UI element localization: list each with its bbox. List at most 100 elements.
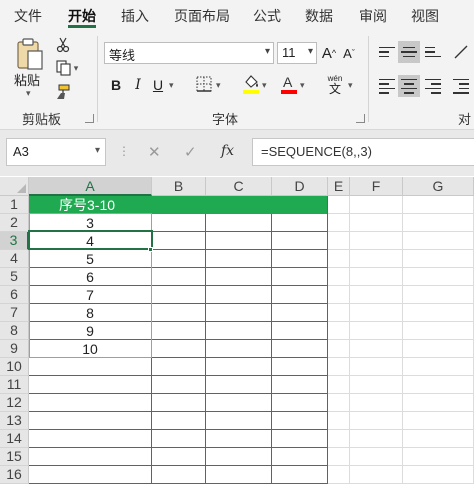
active-cell-selection	[28, 230, 153, 250]
row-header-9[interactable]: 9	[0, 340, 29, 358]
paste-button[interactable]: 粘贴	[14, 70, 40, 88]
column-header-a[interactable]: A	[29, 177, 152, 196]
gridline-horizontal	[328, 231, 474, 232]
font-group-label: 字体	[212, 112, 239, 127]
align-left-icon[interactable]	[376, 75, 398, 97]
row-header-12[interactable]: 12	[0, 394, 29, 412]
row-header-11[interactable]: 11	[0, 376, 29, 394]
font-name-select[interactable]: 等线 ▾	[104, 42, 274, 64]
formula-input[interactable]: =SEQUENCE(8,,3)	[252, 138, 474, 166]
select-all-button[interactable]	[0, 177, 29, 196]
row-header-14[interactable]: 14	[0, 430, 29, 448]
gridline-horizontal	[328, 483, 474, 484]
tab-page-layout[interactable]: 页面布局	[174, 6, 230, 26]
row-header-1[interactable]: 1	[0, 196, 29, 214]
phonetic-dropdown-icon[interactable]: ▾	[348, 80, 353, 91]
more-icon: ⋮	[118, 144, 130, 158]
row-header-13[interactable]: 13	[0, 412, 29, 430]
tab-formulas[interactable]: 公式	[253, 6, 281, 26]
tab-home[interactable]: 开始	[68, 6, 96, 26]
format-painter-icon[interactable]	[53, 83, 71, 101]
underline-dropdown-icon[interactable]: ▾	[169, 80, 174, 91]
gridline-vertical	[349, 196, 350, 484]
column-header-e[interactable]: E	[328, 177, 350, 196]
align-top-icon[interactable]	[376, 41, 398, 63]
column-header-d[interactable]: D	[272, 177, 328, 196]
paste-dropdown-icon[interactable]: ▾	[26, 88, 31, 99]
paste-icon[interactable]	[12, 36, 48, 72]
tab-view[interactable]: 视图	[411, 6, 439, 26]
formula-bar: A3 ▾ ⋮ ✕ ✓ fx =SEQUENCE(8,,3)	[0, 130, 474, 176]
column-header-f[interactable]: F	[350, 177, 403, 196]
phonetic-button[interactable]: wén 文	[324, 73, 346, 97]
gridline-vertical	[205, 196, 206, 484]
gridline-horizontal	[29, 429, 328, 430]
gridline-horizontal	[328, 411, 474, 412]
gridline-horizontal	[29, 447, 328, 448]
borders-dropdown-icon[interactable]: ▾	[216, 80, 221, 91]
align-center-icon[interactable]	[398, 75, 420, 97]
worksheet-grid[interactable]: A B C D E F G 1 2 3 4 5 6 7 8 9 10 11 12 13 14 15 16 序号3-10 3 4 5 6…	[0, 177, 474, 486]
tab-data[interactable]: 数据	[305, 6, 333, 26]
fill-handle[interactable]	[148, 247, 153, 252]
chevron-down-icon: ▾	[264, 46, 270, 57]
enter-icon[interactable]: ✓	[184, 143, 197, 161]
gridline-horizontal	[328, 393, 474, 394]
align-middle-icon[interactable]	[398, 41, 420, 63]
insert-function-button[interactable]: fx	[221, 143, 234, 159]
ribbon-separator	[368, 36, 369, 122]
gridline-horizontal	[328, 447, 474, 448]
shrink-font-button[interactable]: Aˇ	[340, 42, 358, 64]
row-header-5[interactable]: 5	[0, 268, 29, 286]
tab-insert[interactable]: 插入	[121, 6, 149, 26]
row-header-10[interactable]: 10	[0, 358, 29, 376]
row-header-6[interactable]: 6	[0, 286, 29, 304]
row-header-15[interactable]: 15	[0, 448, 29, 466]
column-header-b[interactable]: B	[152, 177, 206, 196]
gridline-horizontal	[29, 483, 328, 484]
clipboard-group-label: 剪贴板	[22, 112, 62, 127]
indent-icon[interactable]	[450, 75, 472, 97]
font-size-select[interactable]: 11 ▾	[277, 42, 317, 64]
fill-color-dropdown-icon[interactable]: ▾	[262, 80, 267, 91]
align-bottom-icon[interactable]	[422, 41, 444, 63]
gridline-horizontal	[328, 357, 474, 358]
grow-font-button[interactable]: A ^	[320, 42, 338, 64]
row-header-4[interactable]: 4	[0, 250, 29, 268]
column-header-c[interactable]: C	[206, 177, 272, 196]
font-color-icon[interactable]: A	[280, 73, 298, 95]
gridline-horizontal	[29, 393, 328, 394]
gridline-horizontal	[328, 429, 474, 430]
cell-a1-header[interactable]: 序号3-10	[29, 196, 327, 214]
menu-bar: 文件 开始 插入 页面布局 公式 数据 审阅 视图	[0, 0, 474, 30]
bold-button[interactable]: B	[108, 74, 124, 96]
active-tab-indicator	[68, 25, 96, 28]
column-header-g[interactable]: G	[403, 177, 474, 196]
gridline-horizontal	[328, 465, 474, 466]
gridline-horizontal	[328, 213, 474, 214]
ribbon: 粘贴 ▾ ▾ 剪贴板 等线 ▾ 11 ▾ A ^ A ˇ B I U ▾ ▾ ▾…	[0, 30, 474, 130]
orientation-icon[interactable]	[450, 41, 472, 63]
font-launcher-icon[interactable]	[356, 114, 365, 123]
underline-button[interactable]: U	[150, 74, 166, 96]
align-right-icon[interactable]	[422, 75, 444, 97]
row-header-2[interactable]: 2	[0, 214, 29, 232]
tab-review[interactable]: 审阅	[359, 6, 387, 26]
gridline-horizontal	[29, 411, 328, 412]
copy-icon[interactable]: ▾	[52, 59, 82, 77]
name-box[interactable]: A3 ▾	[6, 138, 106, 166]
tab-file[interactable]: 文件	[14, 6, 42, 26]
fill-color-icon[interactable]	[242, 73, 260, 95]
row-header-8[interactable]: 8	[0, 322, 29, 340]
gridline-horizontal	[328, 267, 474, 268]
borders-icon[interactable]	[195, 75, 213, 93]
row-header-16[interactable]: 16	[0, 466, 29, 484]
font-color-dropdown-icon[interactable]: ▾	[300, 80, 305, 91]
cut-icon[interactable]	[55, 36, 71, 54]
cancel-icon[interactable]: ✕	[148, 143, 161, 161]
row-header-3[interactable]: 3	[0, 232, 29, 250]
italic-button[interactable]: I	[130, 74, 146, 96]
row-header-7[interactable]: 7	[0, 304, 29, 322]
clipboard-launcher-icon[interactable]	[85, 114, 94, 123]
gridline-vertical	[402, 196, 403, 484]
